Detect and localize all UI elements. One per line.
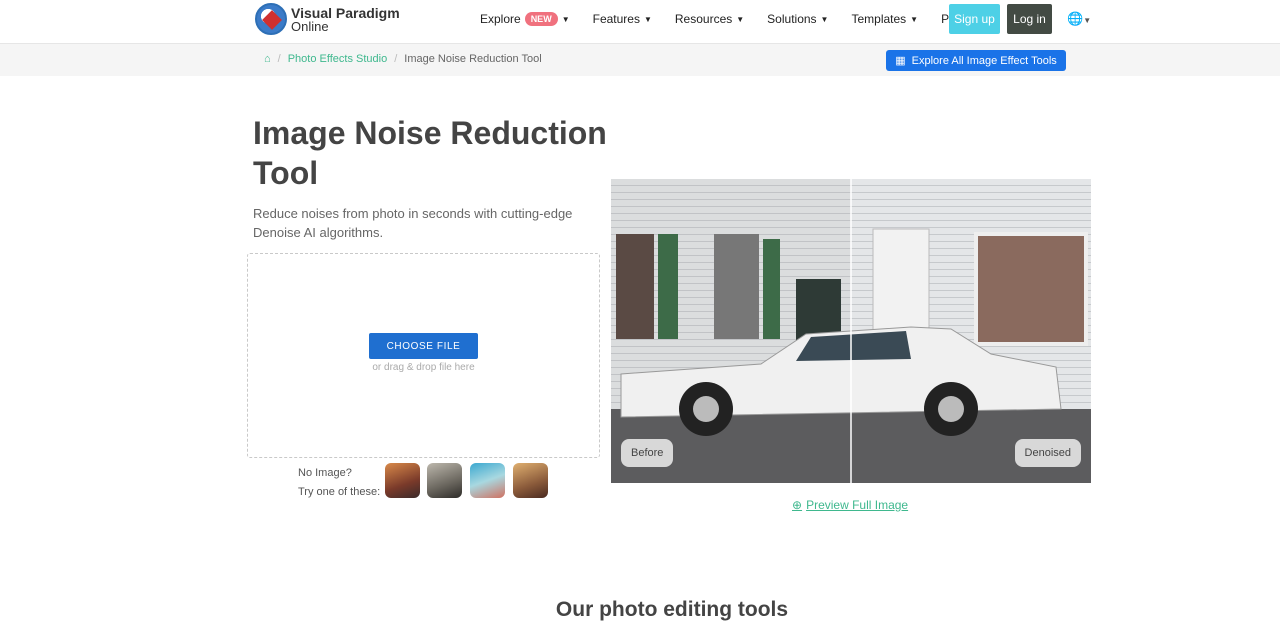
explore-all-tools-button[interactable]: ▦ Explore All Image Effect Tools: [886, 50, 1066, 71]
sample-image-2[interactable]: [427, 463, 462, 498]
preview-full-image-link[interactable]: ⊕ Preview Full Image: [792, 498, 908, 512]
breadcrumb: ⌂ / Photo Effects Studio / Image Noise Red…: [264, 53, 542, 65]
drop-hint: or drag & drop file here: [372, 362, 475, 373]
caret-down-icon: ▼: [561, 14, 570, 24]
logo-icon: [255, 3, 287, 35]
try-text: Try one of these:: [298, 486, 381, 498]
before-after-comparison[interactable]: Before Denoised: [611, 179, 1091, 483]
denoised-label: Denoised: [1014, 439, 1081, 467]
link-label: Preview Full Image: [806, 498, 909, 512]
language-globe-icon[interactable]: 🌐▼: [1067, 11, 1091, 27]
caret-down-icon: ▼: [736, 14, 745, 24]
home-icon[interactable]: ⌂: [264, 53, 271, 65]
nav-resources[interactable]: Resources ▼: [675, 12, 744, 26]
breadcrumb-photo-effects[interactable]: Photo Effects Studio: [288, 53, 387, 65]
no-image-text: No Image?: [298, 467, 352, 479]
nav-label: Features: [592, 12, 640, 26]
choose-file-button[interactable]: CHOOSE FILE: [369, 333, 478, 359]
brand-name: Visual Paradigm: [291, 4, 400, 21]
nav-label: Templates: [851, 12, 907, 26]
nav-templates[interactable]: Templates ▼: [851, 12, 918, 26]
comparison-image: [611, 179, 1091, 483]
button-label: Explore All Image Effect Tools: [911, 54, 1057, 67]
nav-label: Explore: [480, 12, 521, 26]
nav-features[interactable]: Features ▼: [593, 12, 652, 26]
caret-down-icon: ▼: [910, 14, 919, 24]
separator: /: [277, 53, 281, 65]
nav-label: Resources: [674, 12, 733, 26]
grid-icon: ▦: [895, 55, 906, 67]
file-drop-zone[interactable]: CHOOSE FILE or drag & drop file here: [247, 253, 600, 458]
sample-image-3[interactable]: [470, 463, 505, 498]
logo[interactable]: Visual Paradigm Online: [255, 3, 400, 35]
breadcrumb-current: Image Noise Reduction Tool: [404, 53, 542, 65]
before-label: Before: [621, 439, 674, 467]
breadcrumb-bar: ⌂ / Photo Effects Studio / Image Noise Red…: [0, 44, 1280, 76]
brand-sub: Online: [291, 18, 329, 34]
new-badge: NEW: [524, 12, 558, 26]
nav-label: Solutions: [767, 12, 817, 26]
zoom-in-icon: ⊕: [792, 498, 803, 512]
sample-image-4[interactable]: [513, 463, 548, 498]
signup-button[interactable]: Sign up: [949, 4, 1000, 34]
separator: /: [394, 53, 398, 65]
caret-down-icon: ▼: [643, 14, 652, 24]
caret-down-icon: ▼: [820, 14, 829, 24]
top-nav: Visual Paradigm Online Explore NEW ▼ Featur…: [0, 0, 1280, 44]
sample-image-1[interactable]: [385, 463, 420, 498]
page-title: Image Noise Reduction Tool: [253, 115, 607, 191]
section-title: Our photo editing tools: [555, 598, 789, 621]
samples-label: No Image? Try one of these:: [298, 464, 380, 502]
nav-solutions[interactable]: Solutions ▼: [767, 12, 828, 26]
nav-explore[interactable]: Explore NEW ▼: [480, 12, 570, 26]
login-button[interactable]: Log in: [1007, 4, 1052, 34]
page-subtitle: Reduce noises from photo in seconds with…: [253, 206, 573, 240]
